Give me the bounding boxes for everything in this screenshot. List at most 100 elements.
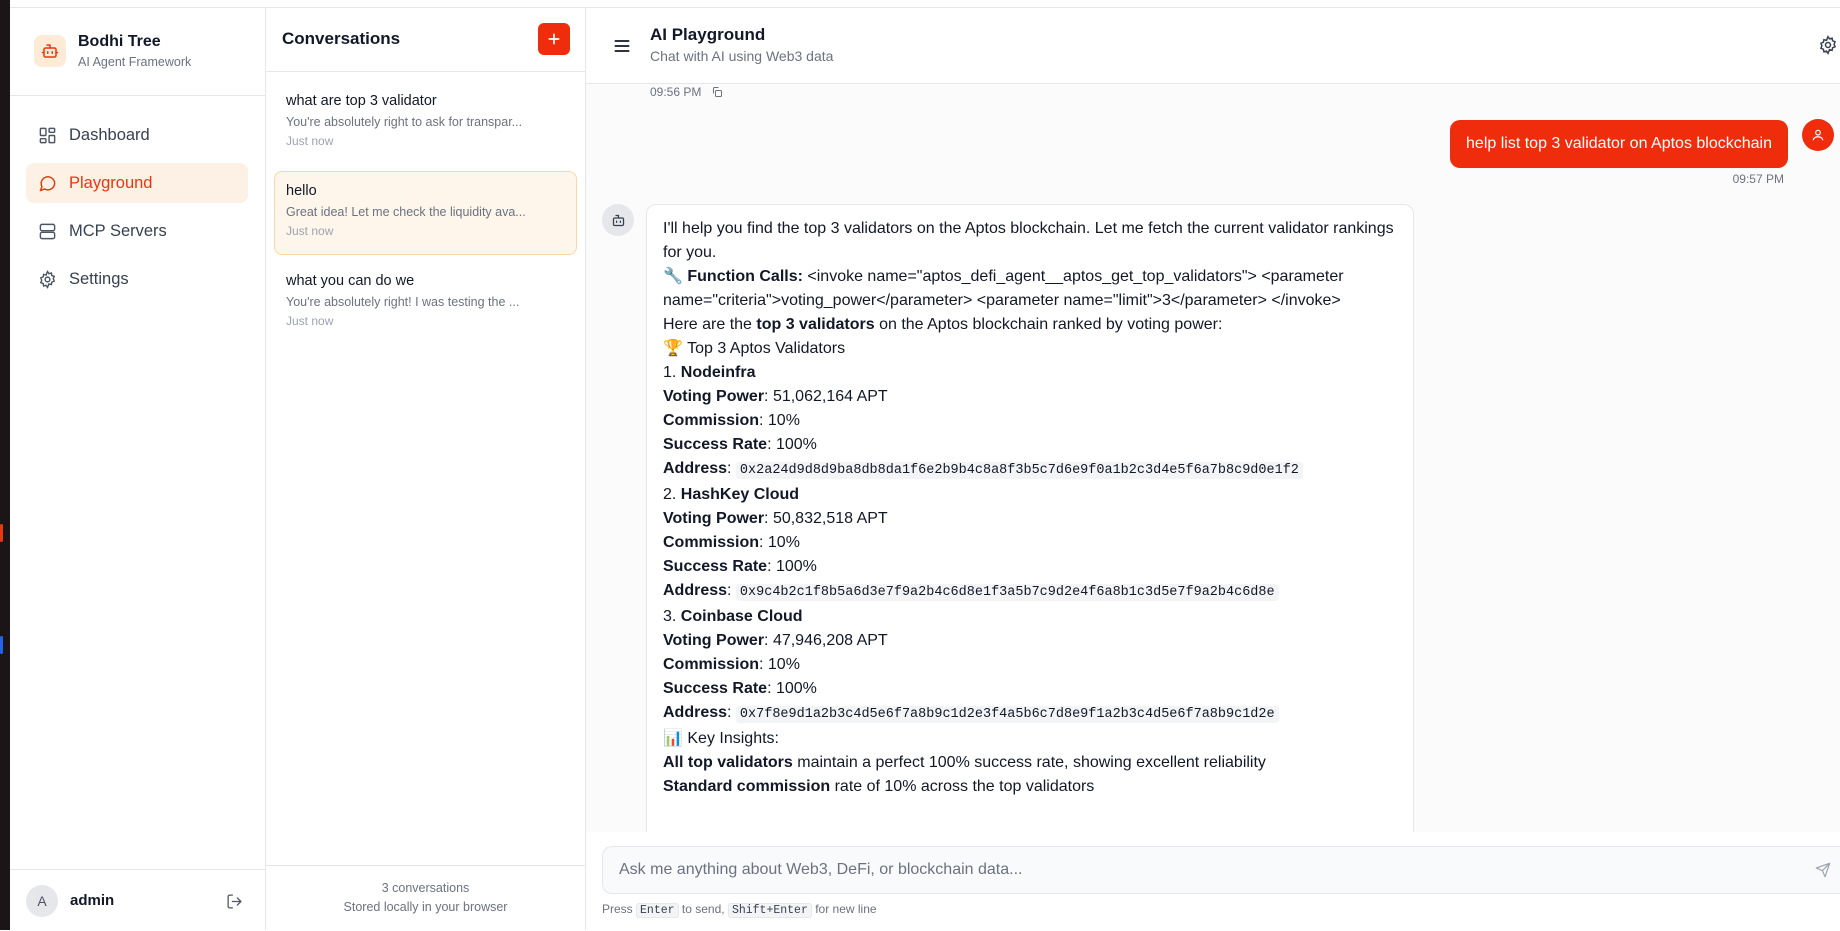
message-composer	[602, 846, 1840, 894]
function-calls-line: 🔧 Function Calls: <invoke name="aptos_de…	[663, 265, 1397, 313]
summary-post: on the Aptos blockchain ranked by voting…	[874, 316, 1223, 333]
validator-name: 1. Nodeinfra	[663, 361, 1397, 385]
brand-subtitle: AI Agent Framework	[78, 55, 192, 69]
field-label: Commission	[663, 534, 760, 551]
previous-message-meta: 09:56 PM	[650, 85, 723, 99]
validator-rank: 3.	[663, 608, 677, 625]
avatar[interactable]: A	[26, 885, 58, 917]
brand-name: Bodhi Tree	[78, 33, 161, 50]
hint-key: Shift+Enter	[727, 903, 812, 918]
menu-icon[interactable]	[610, 34, 634, 58]
logout-icon[interactable]	[224, 891, 244, 911]
validator-field: Commission: 10%	[663, 412, 800, 429]
sidebar-item-label: Settings	[69, 269, 129, 288]
username: admin	[70, 892, 115, 909]
insight-text: maintain a perfect 100% success rate, sh…	[792, 754, 1266, 771]
field-label: Voting Power	[663, 510, 765, 527]
sidebar-item-dashboard[interactable]: Dashboard	[26, 115, 248, 155]
hint-text: Press	[602, 902, 633, 916]
conversation-count: 3 conversations	[381, 881, 470, 895]
insights-heading: 📊 Key Insights:	[663, 727, 1397, 751]
chat-bubble-icon	[37, 173, 57, 193]
field-label: Address	[663, 582, 728, 599]
message-time: 09:57 PM	[1732, 172, 1784, 186]
field-label: Voting Power	[663, 388, 765, 405]
insight-text: rate of 10% across the top validators	[830, 778, 1095, 795]
field-label: Commission	[663, 656, 760, 673]
hint-text: to send,	[681, 902, 725, 916]
sidebar-item-label: MCP Servers	[69, 221, 167, 240]
message-input[interactable]	[603, 847, 1783, 893]
field-label: Address	[663, 460, 728, 477]
hint-key: Enter	[636, 903, 679, 918]
insights-heading-text: Key Insights:	[687, 730, 779, 747]
conversations-title: Conversations	[282, 29, 401, 48]
bar-chart-icon: 📊	[663, 730, 683, 747]
field-value: 50,832,518 APT	[772, 510, 888, 527]
top-heading: 🏆 Top 3 Aptos Validators	[663, 337, 1397, 361]
field-value: 51,062,164 APT	[772, 388, 888, 405]
summary-bold: top 3 validators	[756, 316, 875, 333]
function-calls-label: Function Calls:	[687, 268, 803, 285]
field-label: Voting Power	[663, 632, 765, 649]
conversation-title: what you can do we	[286, 273, 415, 289]
field-value: 100%	[775, 680, 817, 697]
sidebar-item-settings[interactable]: Settings	[26, 259, 248, 299]
server-icon	[37, 221, 57, 241]
conversation-item[interactable]: what you can do we You're absolutely rig…	[274, 261, 577, 345]
main-header: AI Playground Chat with AI using Web3 da…	[586, 8, 1840, 84]
conversation-title: what are top 3 validator	[286, 93, 437, 109]
insight-item: All top validators maintain a perfect 10…	[663, 751, 1397, 775]
new-conversation-button[interactable]	[538, 23, 570, 55]
page-subtitle: Chat with AI using Web3 data	[650, 48, 834, 64]
field-label: Success Rate	[663, 558, 768, 575]
wrench-icon: 🔧	[663, 268, 683, 285]
user-bar: A admin	[10, 869, 265, 931]
validator-address: 0x7f8e9d1a2b3c4d5e6f7a8b9c1d2e3f4a5b6c7d…	[735, 706, 1279, 723]
insight-bold: All top validators	[663, 754, 793, 771]
sidebar-item-mcp-servers[interactable]: MCP Servers	[26, 211, 248, 251]
field-value: 10%	[767, 534, 800, 551]
validator-field: Address: 0x7f8e9d1a2b3c4d5e6f7a8b9c1d2e3…	[663, 701, 1397, 727]
main-panel: AI Playground Chat with AI using Web3 da…	[586, 8, 1840, 930]
conversation-item[interactable]: hello Great idea! Let me check the liqui…	[274, 171, 577, 255]
bot-avatar-icon	[602, 204, 634, 236]
validator-name: 2. HashKey Cloud	[663, 483, 1397, 507]
sidebar-item-label: Playground	[69, 173, 153, 192]
validator-name-text: HashKey Cloud	[680, 486, 800, 503]
sidebar: Bodhi Tree AI Agent Framework Dashboard …	[10, 8, 266, 930]
message-time: 09:56 PM	[650, 85, 702, 99]
field-label: Commission	[663, 412, 760, 429]
storage-note: Stored locally in your browser	[343, 900, 508, 914]
validator-name-text: Nodeinfra	[680, 364, 756, 381]
chat-area[interactable]: 09:56 PM help list top 3 validator on Ap…	[586, 84, 1840, 832]
field-value: 47,946,208 APT	[772, 632, 888, 649]
settings-gear-icon[interactable]	[1818, 35, 1840, 57]
page-title: AI Playground	[650, 25, 766, 44]
conversations-footer: 3 conversations Stored locally in your b…	[266, 865, 585, 931]
brand: Bodhi Tree AI Agent Framework	[10, 8, 265, 96]
field-value: 10%	[767, 412, 800, 429]
validator-field: Voting Power: 51,062,164 APT	[663, 388, 888, 405]
conversation-time: Just now	[286, 314, 334, 328]
user-message-bubble: help list top 3 validator on Aptos block…	[1450, 120, 1788, 168]
sidebar-item-playground[interactable]: Playground	[26, 163, 248, 203]
send-icon[interactable]	[1813, 860, 1833, 880]
summary-line: Here are the top 3 validators on the Apt…	[663, 313, 1397, 337]
field-label: Success Rate	[663, 680, 768, 697]
validator-field: Address: 0x2a24d9d8d9ba8db8da1f6e2b9b4c8…	[663, 457, 1397, 483]
conversation-preview: Great idea! Let me check the liquidity a…	[286, 205, 526, 219]
copy-icon[interactable]	[711, 86, 723, 98]
edge-marker	[0, 524, 3, 542]
top-heading-text: Top 3 Aptos Validators	[687, 340, 846, 357]
validator-address: 0x2a24d9d8d9ba8db8da1f6e2b9b4c8a8f3b5c7d…	[735, 462, 1303, 479]
conversation-item[interactable]: what are top 3 validator You're absolute…	[274, 81, 577, 165]
conversation-preview: You're absolutely right! I was testing t…	[286, 295, 520, 309]
validator-field: Voting Power: 50,832,518 APT	[663, 510, 888, 527]
validator-name-text: Coinbase Cloud	[680, 608, 803, 625]
validator-field: Commission: 10%	[663, 534, 800, 551]
conversation-preview: You're absolutely right to ask for trans…	[286, 115, 523, 129]
sidebar-item-label: Dashboard	[69, 125, 150, 144]
keyboard-hint: Press Enter to send, Shift+Enter for new…	[602, 902, 877, 918]
plus-icon	[548, 33, 560, 45]
